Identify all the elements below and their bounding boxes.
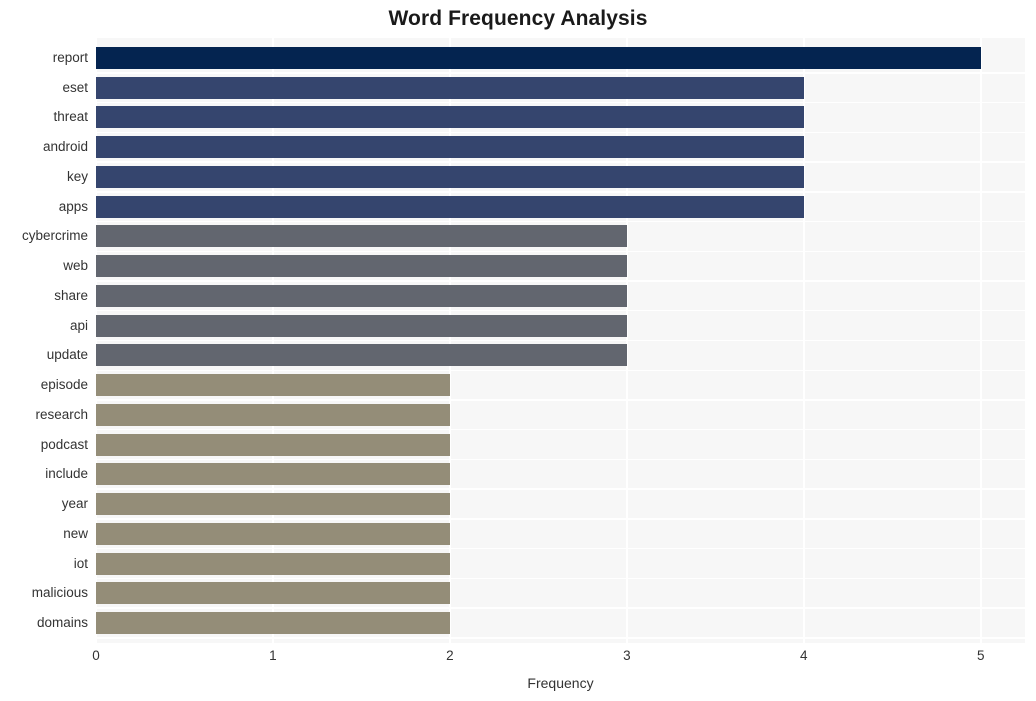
horizontal-gridline	[96, 488, 1025, 490]
y-axis-tick-labels: report eset threat android key apps cybercrime…	[0, 38, 88, 643]
bar[interactable]	[96, 522, 450, 545]
horizontal-gridline	[96, 191, 1025, 193]
y-axis-tick-label: report	[52, 50, 88, 65]
bar[interactable]	[96, 344, 627, 367]
horizontal-gridline	[96, 131, 1025, 134]
horizontal-gridline	[96, 310, 1025, 312]
bar[interactable]	[96, 165, 804, 188]
y-axis-tick-label: update	[46, 347, 88, 363]
horizontal-gridline	[96, 577, 1025, 580]
y-axis-tick-label: android	[42, 139, 88, 155]
y-axis-tick-label: key	[66, 168, 88, 184]
bar[interactable]	[96, 255, 627, 278]
y-axis-tick-label: share	[54, 287, 88, 303]
horizontal-gridline	[96, 101, 1025, 104]
y-axis-tick-label: episode	[40, 377, 88, 393]
y-axis-tick-label: web	[63, 258, 88, 274]
y-axis-tick-label: cybercrime	[21, 228, 88, 244]
y-axis-tick-label: research	[35, 406, 88, 422]
bar[interactable]	[96, 195, 804, 218]
bar[interactable]	[96, 284, 627, 307]
y-axis-tick-label: threat	[53, 109, 88, 125]
x-axis-tick-label: 1	[269, 648, 277, 663]
x-axis-tick-labels: 0 1 2 3 4 5	[0, 647, 1036, 669]
bar[interactable]	[96, 552, 450, 575]
y-axis-tick-label: malicious	[31, 585, 88, 601]
horizontal-gridline	[96, 369, 1025, 371]
bar[interactable]	[96, 612, 450, 634]
bar[interactable]	[96, 225, 627, 248]
x-axis-tick-label: 2	[446, 648, 454, 663]
x-axis-tick-label: 5	[976, 648, 985, 663]
bar[interactable]	[96, 314, 627, 337]
bar[interactable]	[96, 76, 804, 99]
y-axis-tick-label: domains	[36, 615, 88, 630]
bar[interactable]	[96, 433, 450, 456]
bar[interactable]	[96, 47, 981, 69]
y-axis-tick-label: api	[69, 317, 88, 333]
x-axis-tick-label: 0	[92, 648, 100, 663]
horizontal-gridline	[96, 220, 1025, 223]
y-axis-tick-label: podcast	[40, 436, 88, 452]
horizontal-gridline	[96, 637, 1025, 639]
bar[interactable]	[96, 136, 804, 159]
horizontal-gridline	[96, 429, 1025, 431]
horizontal-gridline	[96, 339, 1025, 342]
horizontal-gridline	[96, 607, 1025, 609]
x-axis-tick-label: 3	[623, 648, 631, 663]
y-axis-tick-label: eset	[62, 79, 88, 95]
chart-title: Word Frequency Analysis	[388, 7, 648, 30]
horizontal-gridline	[96, 518, 1025, 520]
horizontal-gridline	[96, 161, 1025, 163]
plot-area	[96, 38, 1025, 643]
horizontal-gridline	[96, 547, 1025, 550]
horizontal-gridline	[96, 458, 1025, 461]
y-axis-tick-label: year	[61, 496, 88, 512]
bar[interactable]	[96, 403, 450, 426]
horizontal-gridline	[96, 399, 1025, 401]
bar[interactable]	[96, 493, 450, 516]
bar[interactable]	[96, 374, 450, 397]
y-axis-tick-label: iot	[73, 555, 88, 571]
y-axis-tick-label: new	[63, 525, 88, 541]
horizontal-gridline	[96, 250, 1025, 252]
y-axis-tick-label: include	[45, 466, 88, 482]
bar[interactable]	[96, 106, 804, 129]
x-axis-label: Frequency	[527, 675, 594, 691]
horizontal-gridline	[96, 72, 1025, 74]
bar[interactable]	[96, 463, 450, 486]
x-axis-tick-label: 4	[800, 648, 808, 663]
bar[interactable]	[96, 582, 450, 605]
word-frequency-chart: Word Frequency Analysis report eset threat…	[0, 0, 1036, 701]
y-axis-tick-label: apps	[58, 198, 88, 214]
horizontal-gridline	[96, 280, 1025, 282]
